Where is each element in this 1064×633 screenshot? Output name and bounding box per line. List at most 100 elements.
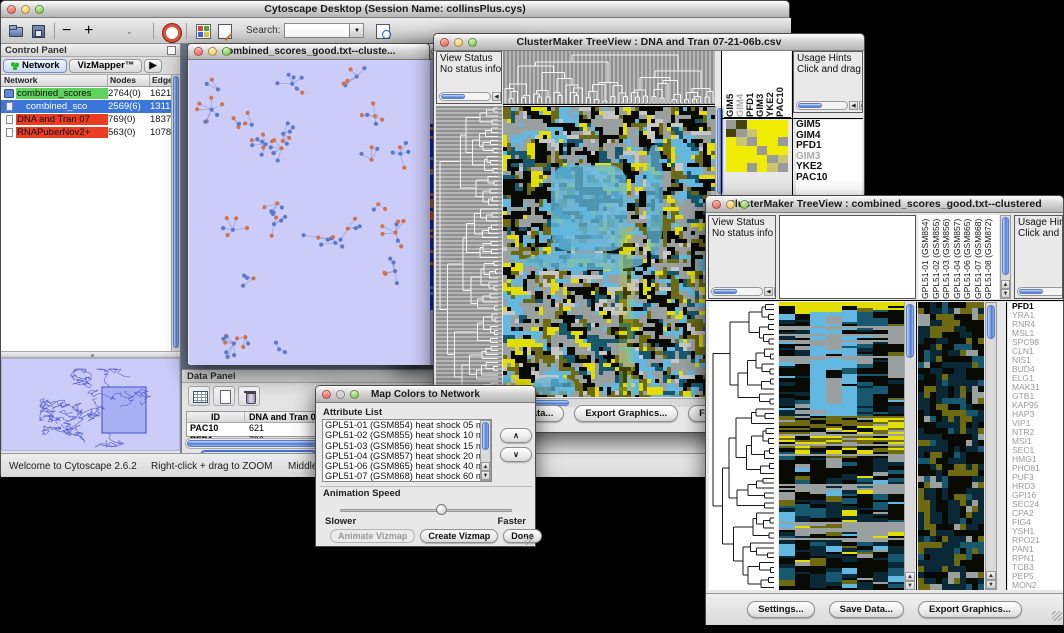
resize-grip[interactable] — [1052, 611, 1062, 621]
titlebar[interactable]: Map Colors to Network — [316, 386, 535, 403]
help-lifesaver-icon[interactable] — [161, 22, 179, 40]
close-button[interactable] — [194, 47, 203, 56]
panel-tab[interactable]: Network — [3, 59, 67, 73]
panel-scrollbar[interactable]: ◀▶ — [439, 91, 502, 101]
move-up-button[interactable]: ∧ — [500, 428, 532, 443]
close-button[interactable] — [712, 200, 721, 209]
zoom-in-icon[interactable] — [84, 22, 102, 40]
dialog-button[interactable]: Animate Vizmap — [330, 529, 415, 543]
zoom-out-icon[interactable] — [62, 22, 80, 40]
dialog-button[interactable]: Create Vizmap — [420, 529, 498, 543]
row-dendrogram[interactable] — [436, 106, 502, 397]
column-label[interactable]: GPL51-06 (GSM865) — [962, 217, 973, 299]
gene-label[interactable]: PFD1 — [796, 141, 862, 152]
search-input[interactable] — [284, 23, 350, 38]
vizmapper-palette-icon[interactable] — [194, 22, 212, 40]
zoom-view-heatmap[interactable] — [726, 120, 788, 172]
grid-icon[interactable] — [188, 386, 210, 406]
dialog-button[interactable]: Done — [503, 529, 542, 543]
zoom-button[interactable] — [35, 5, 44, 14]
network-overview[interactable] — [1, 358, 180, 451]
attribute-item[interactable]: GPL51-04 (GSM857) heat shock 20 min — [325, 451, 491, 461]
gene-label[interactable]: PAC10 — [796, 173, 862, 184]
network-row[interactable]: DNA and Tran 07 769(0) 183728(0) — [1, 113, 180, 126]
attribute-search-icon[interactable] — [374, 22, 392, 40]
column-label[interactable]: GPL51-04 (GSM857) — [952, 217, 963, 299]
row-dendrogram[interactable] — [709, 302, 778, 590]
attribute-item[interactable]: GPL51-06 (GSM865) heat shock 40 min — [325, 461, 491, 471]
delete-icon[interactable] — [238, 386, 260, 406]
panel-scrollbar[interactable] — [1017, 286, 1063, 296]
network-canvas[interactable] — [189, 60, 430, 365]
zoom-button[interactable] — [350, 390, 359, 399]
minimize-button[interactable] — [208, 47, 217, 56]
column-label[interactable]: GPL51-01 (GSM854) — [920, 217, 931, 299]
attribute-list[interactable]: GPL51-01 (GSM854) heat shock 05 min GPL51… — [322, 419, 492, 482]
zoom-button[interactable] — [222, 47, 231, 56]
panel-scrollbar[interactable]: ◀▶ — [796, 100, 863, 110]
treeview-button[interactable]: Export Graphics... — [918, 601, 1022, 618]
titlebar[interactable]: ClusterMaker TreeView : DNA and Tran 07-… — [434, 34, 864, 51]
heatmap-main[interactable] — [779, 302, 904, 590]
treeview-button[interactable]: Save Data... — [829, 601, 904, 618]
move-down-button[interactable]: ∨ — [500, 447, 532, 462]
minimize-button[interactable] — [21, 5, 30, 14]
animation-speed-slider[interactable] — [340, 504, 512, 516]
column-dendrogram[interactable] — [779, 215, 916, 299]
panel-tab[interactable]: ▶ — [144, 59, 161, 73]
treeview-button[interactable]: Settings... — [747, 601, 814, 618]
gene-label[interactable]: GIM5 — [796, 120, 862, 131]
minimize-button[interactable] — [454, 38, 463, 47]
column-label[interactable]: GPL51-07 (GSM868) — [973, 217, 984, 299]
labels-vscrollbar[interactable]: ▲ ▼ — [1000, 215, 1011, 299]
control-panel-scrollbar[interactable] — [171, 75, 180, 351]
column-label[interactable]: GPL51-03 (GSM856) — [941, 217, 952, 299]
attribute-list-scrollbar[interactable]: ▲ ▼ — [480, 420, 491, 481]
network-row[interactable]: combined_scores 2764(0) 16218(0) — [1, 87, 180, 100]
new-doc-icon[interactable] — [213, 386, 235, 406]
treeview-button[interactable]: Export Graphics... — [574, 405, 678, 422]
attribute-item[interactable]: GPL51-01 (GSM854) heat shock 05 min — [325, 420, 491, 430]
sep-bar[interactable] — [54, 23, 55, 39]
open-folder-icon[interactable] — [7, 22, 25, 40]
sep-bar[interactable] — [153, 23, 154, 39]
column-label[interactable]: GPL51-08 (GSM872) — [983, 217, 994, 299]
slider-thumb[interactable] — [436, 504, 447, 515]
resize-grip[interactable] — [524, 535, 534, 545]
column-label[interactable]: PFD1 — [746, 53, 756, 117]
column-label[interactable]: GPL51-02 (GSM855) — [931, 217, 942, 299]
global-vscrollbar[interactable]: ▲ ▼ — [985, 302, 997, 590]
close-button[interactable] — [440, 38, 449, 47]
panel-tab[interactable]: VizMapper™ — [69, 59, 142, 73]
titlebar[interactable]: Cytoscape Desktop (Session Name: collins… — [1, 1, 789, 18]
heatmap-main[interactable] — [503, 106, 715, 397]
col-header-network[interactable]: Network — [1, 75, 108, 86]
gene-label[interactable]: YKE2 — [796, 162, 862, 173]
column-label[interactable]: PAC10 — [776, 53, 786, 117]
zoom-button[interactable] — [740, 200, 749, 209]
network-row[interactable]: RNAPuberNov2+ 563(0) 107847(0) — [1, 126, 180, 139]
close-button[interactable] — [322, 390, 331, 399]
column-label[interactable]: YKE2 — [766, 53, 776, 117]
zoom-button[interactable] — [468, 38, 477, 47]
close-button[interactable] — [7, 5, 16, 14]
annotation-icon[interactable] — [216, 22, 234, 40]
id-column-header[interactable]: ID — [187, 412, 245, 422]
col-header-nodes[interactable]: Nodes — [108, 75, 150, 86]
zoom-selected-icon[interactable] — [128, 22, 146, 40]
titlebar[interactable]: combined_scores_good.txt--cluste... — [188, 44, 429, 60]
float-panel-icon[interactable] — [167, 46, 176, 55]
minimize-button[interactable] — [336, 390, 345, 399]
panel-divider[interactable] — [1, 351, 180, 358]
titlebar[interactable]: ClusterMaker TreeView : combined_scores_… — [706, 196, 1063, 213]
global-view[interactable] — [918, 302, 984, 590]
sep-bar[interactable] — [186, 23, 187, 39]
network-row[interactable]: combined_sco 2569(6) 13112(15) — [1, 100, 180, 113]
column-label[interactable]: GIM5 — [726, 53, 736, 117]
save-icon[interactable] — [29, 22, 47, 40]
column-label[interactable]: GIM3 — [756, 53, 766, 117]
search-dropdown-button[interactable]: ▼ — [350, 23, 364, 38]
heatmap-vscrollbar[interactable]: ▲ ▼ — [904, 302, 915, 590]
zoom-fit-icon[interactable] — [106, 22, 124, 40]
attribute-item[interactable]: GPL51-07 (GSM868) heat shock 60 min — [325, 471, 491, 481]
